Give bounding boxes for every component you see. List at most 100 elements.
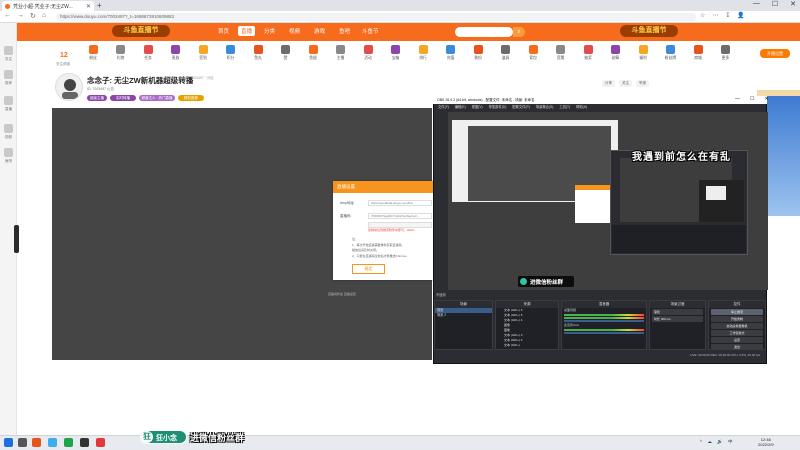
sidebar-video-icon[interactable] (4, 124, 13, 133)
toolbar-item[interactable]: 主播 (328, 45, 354, 61)
toolbar-item[interactable]: 活动 (355, 45, 381, 61)
report-button[interactable]: 举报 (636, 80, 649, 87)
avatar[interactable] (55, 73, 83, 101)
toolbar-item[interactable]: 排行 (410, 45, 436, 61)
toolbar-item[interactable]: 抽奖 (575, 45, 601, 61)
menu-scene-collection[interactable]: 场景集合(S) (536, 105, 554, 109)
new-tab-button[interactable]: + (97, 1, 102, 10)
sidebar-live-icon[interactable] (4, 96, 13, 105)
toolbar-item[interactable]: 更多 (713, 45, 739, 61)
toolbar-item[interactable]: 宝箱 (383, 45, 409, 61)
nav-live[interactable]: 直播 (238, 26, 256, 36)
source-item[interactable]: 文本 (GDI+) (496, 343, 558, 348)
toolbar-item[interactable]: 赞 (273, 45, 299, 61)
download-icon[interactable]: ↧ (725, 12, 730, 19)
confirm-button[interactable]: 确定 (352, 264, 385, 274)
sidebar-follow-icon[interactable] (4, 46, 13, 55)
app-icon[interactable] (48, 438, 57, 447)
rtmp-field[interactable]: https://sendtc3a.douyu.com/live (368, 200, 432, 206)
obs-minimize-button[interactable]: — (735, 96, 740, 102)
exit-button[interactable]: 退出 (711, 344, 763, 350)
app-icon[interactable] (96, 438, 105, 447)
reload-button[interactable]: ↻ (30, 12, 36, 20)
sidebar-recommend-icon[interactable] (4, 70, 13, 79)
toolbar-item[interactable]: 任务 (135, 45, 161, 61)
search-input[interactable] (455, 27, 513, 37)
studio-mode-button[interactable]: 工作室模式 (711, 330, 763, 336)
nav-game[interactable]: 游戏 (314, 27, 325, 35)
back-button[interactable]: ← (4, 12, 11, 20)
stop-streaming-button[interactable]: 停止推流 (711, 309, 763, 315)
toolbar-item[interactable]: 粉丝牌 (658, 45, 684, 61)
forward-button[interactable]: → (17, 12, 24, 20)
toolbar-item[interactable]: 背包 (520, 45, 546, 61)
system-tray[interactable]: ^ ☁ 🔊 中 (700, 439, 734, 445)
sidebar-fishbar-icon[interactable] (4, 148, 13, 157)
obs-close-button[interactable]: ✕ (764, 96, 768, 102)
profile-icon[interactable]: 👤 (737, 12, 744, 19)
maximize-button[interactable]: ☐ (772, 0, 778, 8)
site-logo[interactable]: 斗鱼直播节 (112, 25, 170, 37)
nav-festival[interactable]: 斗鱼节 (362, 27, 379, 35)
toolbar-item[interactable]: 道具 (493, 45, 519, 61)
menu-docks[interactable]: 停靠部件(D) (489, 105, 507, 109)
start-icon[interactable] (4, 438, 13, 447)
room-tag[interactable]: 实时转播 (110, 95, 136, 101)
toolbar-item[interactable]: 签到 (190, 45, 216, 61)
toolbar-item[interactable]: 粉丝 (80, 45, 106, 61)
toolbar-item[interactable]: 福利 (630, 45, 656, 61)
toolbar-item[interactable]: 商城 (685, 45, 711, 61)
volume-slider[interactable] (564, 332, 644, 334)
room-tag[interactable]: 频道达人 · 热门直播 (139, 95, 175, 101)
start-recording-button[interactable]: 开始录制 (711, 316, 763, 322)
menu-tools[interactable]: 工具(T) (559, 105, 570, 109)
toolbar-item[interactable]: 积分 (218, 45, 244, 61)
nav-home[interactable]: 首页 (218, 27, 229, 35)
share-button[interactable]: 分享 (602, 80, 615, 87)
volume-slider[interactable] (564, 320, 644, 322)
menu-profile[interactable]: 配置文件(P) (512, 105, 530, 109)
toolbar-item[interactable]: 勋章 (603, 45, 629, 61)
bookmark-icon[interactable]: ☆ (700, 12, 705, 19)
side-ad-image[interactable] (765, 96, 800, 216)
clock[interactable]: 12:46 2022/2/9 (758, 437, 774, 447)
search-icon[interactable]: ⌕ (513, 27, 525, 37)
url-input[interactable]: https://www.douyu.com/7003497?_t=1698673… (56, 13, 696, 21)
menu-edit[interactable]: 编辑(E) (455, 105, 466, 109)
room-tag[interactable]: 精彩推荐 (178, 95, 204, 101)
transition-select[interactable]: 渐隐 (652, 309, 703, 315)
festival-banner[interactable]: 斗鱼直播节 (620, 25, 678, 37)
toolbar-item[interactable]: 礼物 (108, 45, 134, 61)
obs-app-icon[interactable] (80, 438, 89, 447)
app-icon[interactable] (32, 438, 41, 447)
nav-fishbar[interactable]: 鱼吧 (339, 27, 350, 35)
menu-view[interactable]: 视图(V) (472, 105, 483, 109)
browser-tab[interactable]: 凭业小超·凭业子:无尘ZW... ✕ (2, 1, 94, 11)
follow-button[interactable]: 关注 (619, 80, 632, 87)
room-tag[interactable]: 超级主播 (87, 95, 107, 101)
scene-item[interactable]: 场景 2 (435, 313, 492, 318)
menu-file[interactable]: 文件(F) (438, 105, 449, 109)
home-button[interactable]: ⌂ (42, 12, 46, 20)
transition-duration[interactable]: 时长 300 ms (652, 316, 703, 322)
sidebar-collapse-handle[interactable] (14, 225, 19, 253)
task-view-icon[interactable] (18, 438, 27, 447)
virtual-camera-button[interactable]: 启动虚拟摄像机 (711, 323, 763, 329)
stream-settings-button[interactable]: 开播设置 (760, 49, 790, 58)
settings-button[interactable]: 设置 (711, 337, 763, 343)
close-button[interactable]: ✕ (790, 0, 796, 8)
nav-category[interactable]: 分类 (264, 27, 275, 35)
nav-video[interactable]: 视频 (289, 27, 300, 35)
toolbar-item[interactable]: 装扮 (465, 45, 491, 61)
toolbar-item[interactable]: 充值 (438, 45, 464, 61)
toolbar-item[interactable]: 鱼丸 (245, 45, 271, 61)
tab-close-icon[interactable]: ✕ (86, 3, 91, 10)
stream-key-field[interactable]: 7003497rtqgZ2CYwbw?wsSecret=... (368, 213, 432, 219)
toolbar-item[interactable]: 鱼翅 (300, 45, 326, 61)
toolbar-item[interactable]: 贵族 (163, 45, 189, 61)
minimize-button[interactable]: — (753, 0, 760, 8)
menu-help[interactable]: 帮助(H) (576, 105, 587, 109)
toolbar-item[interactable]: 竞猜 (548, 45, 574, 61)
obs-maximize-button[interactable]: ☐ (750, 96, 754, 102)
menu-icon[interactable]: ⋯ (712, 12, 718, 19)
